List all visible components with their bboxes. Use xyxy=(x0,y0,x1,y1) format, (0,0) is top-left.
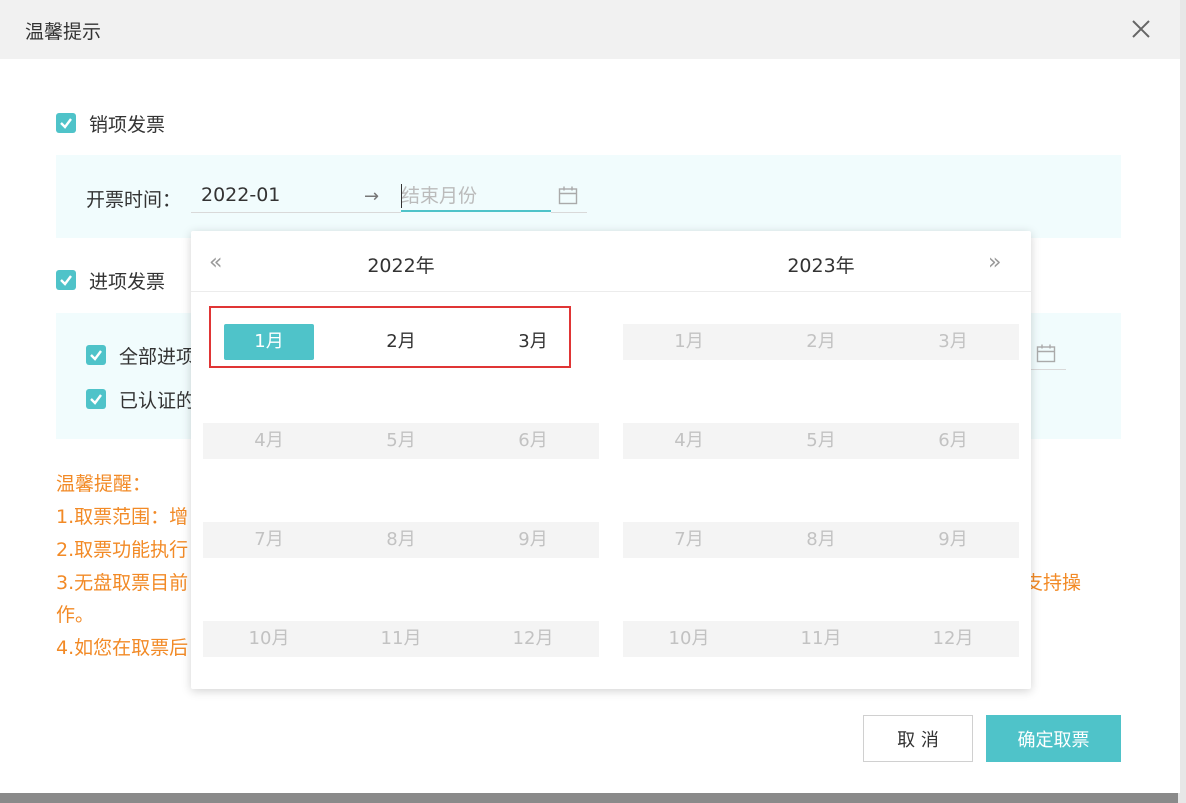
calendar-icon[interactable] xyxy=(1036,344,1056,363)
start-month-input[interactable]: 2022-01 xyxy=(201,184,280,206)
right-year-label: 2023年 xyxy=(787,255,855,277)
cancel-button[interactable]: 取 消 xyxy=(863,715,973,762)
purchase-label: 进项发票 xyxy=(89,271,166,293)
month-cell-left-6: 6月 xyxy=(518,430,548,451)
prev-year-icon[interactable]: « xyxy=(209,250,222,275)
month-row: 1月 2月 3月 xyxy=(623,324,1019,360)
month-cell-right-10: 10月 xyxy=(668,628,710,649)
all-purchase-checkbox[interactable] xyxy=(86,345,106,365)
month-row: 10月 11月 12月 xyxy=(623,621,1019,657)
picker-divider xyxy=(191,291,1031,292)
month-row: 4月 5月 6月 xyxy=(623,423,1019,459)
range-arrow-icon: → xyxy=(364,186,380,207)
text-caret xyxy=(401,184,402,208)
month-row: 7月 8月 9月 xyxy=(203,522,599,558)
check-icon xyxy=(60,275,72,286)
annotation-highlight-box xyxy=(209,306,571,368)
month-cell-right-6: 6月 xyxy=(938,430,968,451)
notice-line-1: 1.取票范围：增 xyxy=(56,506,189,528)
month-cell-right-11: 11月 xyxy=(800,628,842,649)
notice-line-2: 2.取票功能执行 xyxy=(56,539,189,561)
date-range-label: 开票时间： xyxy=(86,189,182,211)
notice-line-4: 4.如您在取票后 xyxy=(56,637,189,659)
check-icon xyxy=(90,394,102,405)
month-cell-right-4: 4月 xyxy=(674,430,704,451)
month-cell-right-3: 3月 xyxy=(938,331,968,352)
month-cell-right-7: 7月 xyxy=(674,529,704,550)
sales-checkbox[interactable] xyxy=(56,113,76,133)
notice-line-3-tail: 支持操 xyxy=(1024,572,1082,594)
month-cell-left-12: 12月 xyxy=(512,628,554,649)
month-cell-left-9: 9月 xyxy=(518,529,548,550)
dialog-header: 温馨提示 xyxy=(0,0,1180,59)
check-icon xyxy=(60,118,72,129)
month-cell-right-5: 5月 xyxy=(806,430,836,451)
month-cell-right-8: 8月 xyxy=(806,529,836,550)
month-cell-right-1: 1月 xyxy=(674,331,704,352)
month-cell-left-10: 10月 xyxy=(248,628,290,649)
certified-checkbox[interactable] xyxy=(86,389,106,409)
purchase-date-underline xyxy=(1030,369,1066,370)
start-input-underline xyxy=(191,212,401,213)
left-year-label: 2022年 xyxy=(367,255,435,277)
close-icon[interactable] xyxy=(1130,18,1152,40)
month-cell-right-9: 9月 xyxy=(938,529,968,550)
month-cell-left-7: 7月 xyxy=(254,529,284,550)
all-purchase-label: 全部进项 xyxy=(119,346,196,368)
month-range-picker: « 2022年 2023年 » 1月 2月 3月 4月 5月 6月 7月 8月 … xyxy=(191,231,1031,689)
month-cell-left-5: 5月 xyxy=(386,430,416,451)
month-cell-right-12: 12月 xyxy=(932,628,974,649)
notice-line-3-cont: 作。 xyxy=(56,604,95,626)
sales-label: 销项发票 xyxy=(89,114,166,136)
month-row: 4月 5月 6月 xyxy=(203,423,599,459)
notice-line-3: 3.无盘取票目前 xyxy=(56,572,189,594)
confirm-button[interactable]: 确定取票 xyxy=(986,715,1121,762)
check-icon xyxy=(90,350,102,361)
month-row: 10月 11月 12月 xyxy=(203,621,599,657)
month-cell-left-8: 8月 xyxy=(386,529,416,550)
month-cell-right-2: 2月 xyxy=(806,331,836,352)
next-year-icon[interactable]: » xyxy=(988,250,1001,275)
purchase-checkbox[interactable] xyxy=(56,270,76,290)
month-cell-left-4: 4月 xyxy=(254,430,284,451)
month-cell-left-11: 11月 xyxy=(380,628,422,649)
calendar-icon[interactable] xyxy=(558,186,578,205)
certified-label: 已认证的 xyxy=(119,390,196,412)
dialog-title: 温馨提示 xyxy=(25,21,102,43)
notice-title: 温馨提醒： xyxy=(56,473,152,495)
end-month-input[interactable] xyxy=(401,182,551,212)
month-row: 7月 8月 9月 xyxy=(623,522,1019,558)
end-input-underline xyxy=(551,212,587,213)
